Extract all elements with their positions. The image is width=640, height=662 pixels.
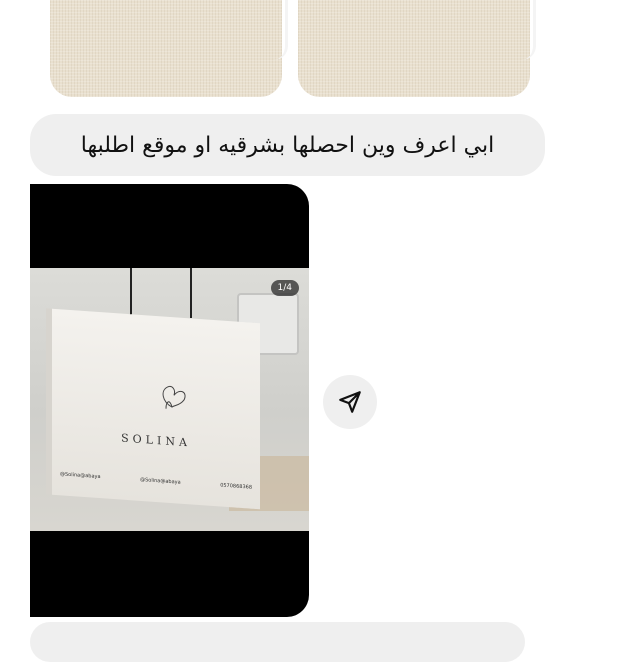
contact-whatsapp: 0570868368 [220, 482, 252, 491]
gift-box: SOLINA @Solina@abaya @Solina@abaya 05708… [52, 308, 260, 510]
box-hanger [130, 268, 192, 318]
message-text: ابي اعرف وين احصلها بشرقيه او موقع اطلبه… [80, 132, 495, 158]
contact-snapchat: @Solina@abaya [140, 476, 181, 486]
message-bubble[interactable]: ابي اعرف وين احصلها بشرقيه او موقع اطلبه… [30, 114, 545, 176]
shared-post[interactable]: SOLINA @Solina@abaya @Solina@abaya 05708… [30, 184, 309, 617]
image-counter: 1/4 [270, 280, 299, 296]
bag-image-right [298, 0, 536, 97]
message-bubble-next[interactable] [30, 622, 525, 662]
brand-name: SOLINA [121, 431, 191, 450]
post-photo[interactable]: SOLINA @Solina@abaya @Solina@abaya 05708… [30, 268, 309, 531]
contact-instagram: @Solina@abaya [60, 471, 101, 481]
flower-logo-icon [162, 385, 186, 409]
shared-image-bags[interactable] [30, 0, 540, 100]
send-icon [339, 391, 361, 413]
bag-image-left [50, 0, 288, 97]
brand-contacts: @Solina@abaya @Solina@abaya 0570868368 [60, 471, 252, 490]
share-button[interactable] [323, 375, 377, 429]
